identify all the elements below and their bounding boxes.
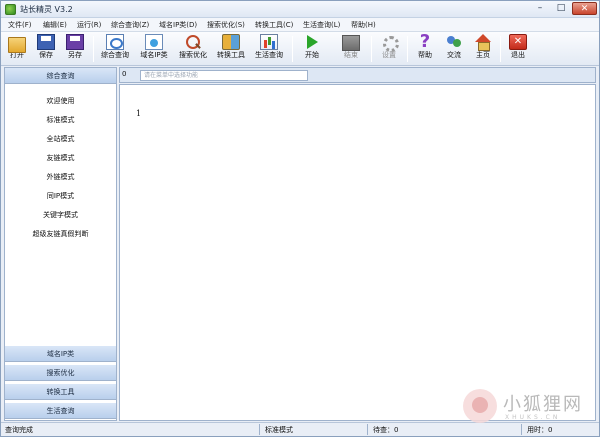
life-query-icon bbox=[260, 34, 278, 50]
fox-logo-icon bbox=[463, 389, 497, 423]
open-folder-icon bbox=[8, 37, 26, 53]
exit-button[interactable]: 退出 bbox=[504, 34, 532, 64]
domain-ip-button[interactable]: 域名IP类 bbox=[135, 34, 173, 64]
app-logo-icon bbox=[5, 4, 16, 15]
sidebar-item-full-site-mode[interactable]: 全站模式 bbox=[5, 134, 116, 144]
main-content-area[interactable]: 1 bbox=[119, 84, 596, 421]
content-line-number: 1 bbox=[136, 109, 142, 118]
home-icon bbox=[474, 34, 492, 51]
left-sidebar: 综合查询 欢迎使用 标准模式 全站模式 友链模式 外链模式 同IP模式 关键字模… bbox=[4, 67, 117, 421]
sidebar-header-life-query[interactable]: 生活查询 bbox=[5, 403, 116, 419]
line-counter: 0 bbox=[122, 70, 127, 78]
menu-run[interactable]: 运行(R) bbox=[77, 20, 101, 30]
stop-button[interactable]: 结束 bbox=[337, 34, 365, 64]
open-button[interactable]: 打开 bbox=[3, 34, 31, 64]
minimize-icon[interactable]: – bbox=[530, 2, 550, 15]
toolbar-separator bbox=[93, 36, 94, 62]
menu-bar: 文件(F) 编辑(E) 运行(R) 综合查询(Z) 域名IP类(D) 搜索优化(… bbox=[1, 18, 599, 32]
status-message: 查询完成 bbox=[5, 426, 33, 434]
sidebar-item-same-ip-mode[interactable]: 同IP模式 bbox=[5, 191, 116, 201]
search-optimize-button[interactable]: 搜索优化 bbox=[175, 34, 211, 64]
domain-ip-icon bbox=[145, 34, 163, 50]
start-button[interactable]: 开始 bbox=[298, 34, 326, 64]
home-button[interactable]: 主页 bbox=[469, 34, 497, 64]
help-button[interactable]: 帮助 bbox=[411, 31, 439, 64]
title-bar: 站长精灵 V3.2 – □ ✕ bbox=[1, 1, 599, 18]
status-separator bbox=[259, 424, 260, 435]
menu-life-query[interactable]: 生活查询(L) bbox=[303, 20, 340, 30]
sidebar-header-search-optimize[interactable]: 搜索优化 bbox=[5, 365, 116, 381]
status-mode: 标准模式 bbox=[265, 426, 293, 434]
save-button[interactable]: 保存 bbox=[32, 34, 60, 64]
exit-icon bbox=[509, 34, 527, 50]
menu-edit[interactable]: 编辑(E) bbox=[43, 20, 67, 30]
sidebar-header-domain-ip[interactable]: 域名IP类 bbox=[5, 346, 116, 362]
convert-tool-icon bbox=[222, 34, 240, 50]
toolbar-separator bbox=[292, 36, 293, 62]
search-optimize-icon bbox=[184, 34, 202, 50]
settings-icon bbox=[380, 34, 399, 52]
sidebar-header-general-query[interactable]: 综合查询 bbox=[5, 68, 116, 84]
status-waiting: 待查：0 bbox=[373, 426, 399, 434]
menu-help[interactable]: 帮助(H) bbox=[351, 20, 376, 30]
menu-search-optimize[interactable]: 搜索优化(S) bbox=[207, 20, 245, 30]
toolbar-separator bbox=[500, 36, 501, 62]
function-search-bar: 0 bbox=[119, 67, 596, 83]
maximize-icon[interactable]: □ bbox=[551, 2, 571, 15]
sidebar-item-welcome[interactable]: 欢迎使用 bbox=[5, 96, 116, 106]
convert-tool-button[interactable]: 转换工具 bbox=[213, 34, 249, 64]
help-icon bbox=[416, 31, 434, 52]
save-as-button[interactable]: 另存 bbox=[61, 34, 89, 64]
sidebar-item-external-link-mode[interactable]: 外链模式 bbox=[5, 172, 116, 182]
save-disk-icon bbox=[37, 34, 55, 50]
sidebar-item-standard-mode[interactable]: 标准模式 bbox=[5, 115, 116, 125]
toolbar-separator bbox=[371, 36, 372, 62]
sidebar-item-keyword-mode[interactable]: 关键字模式 bbox=[5, 210, 116, 220]
sidebar-header-convert-tools[interactable]: 转换工具 bbox=[5, 384, 116, 400]
watermark-subtext: XHUKS.CN bbox=[505, 414, 561, 421]
save-as-icon bbox=[66, 34, 84, 50]
close-icon[interactable]: ✕ bbox=[572, 2, 597, 15]
toolbar-separator bbox=[407, 36, 408, 62]
life-query-button[interactable]: 生活查询 bbox=[251, 34, 287, 64]
menu-domain-ip[interactable]: 域名IP类(D) bbox=[159, 20, 197, 30]
site-watermark: 小狐狸网 XHUKS.CN bbox=[459, 389, 599, 429]
sidebar-item-friend-link-mode[interactable]: 友链模式 bbox=[5, 153, 116, 163]
watermark-text: 小狐狸网 bbox=[503, 394, 583, 415]
sidebar-item-link-check[interactable]: 超级友链真假判断 bbox=[5, 229, 116, 239]
menu-file[interactable]: 文件(F) bbox=[8, 20, 32, 30]
menu-general-query[interactable]: 综合查询(Z) bbox=[111, 20, 149, 30]
general-query-button[interactable]: 综合查询 bbox=[97, 34, 133, 64]
chat-button[interactable]: 交流 bbox=[440, 34, 468, 64]
app-window: 站长精灵 V3.2 – □ ✕ 文件(F) 编辑(E) 运行(R) 综合查询(Z… bbox=[0, 0, 600, 437]
settings-button[interactable]: 设置 bbox=[375, 34, 403, 64]
function-search-input[interactable] bbox=[140, 70, 308, 81]
play-icon bbox=[303, 34, 321, 50]
menu-convert-tools[interactable]: 转换工具(C) bbox=[255, 20, 293, 30]
stop-icon bbox=[342, 35, 360, 51]
chat-icon bbox=[445, 34, 463, 50]
toolbar: 打开 保存 另存 综合查询 域名IP类 搜索优化 转换工具 生活查询 开始 结束… bbox=[1, 31, 599, 66]
general-query-icon bbox=[106, 34, 124, 50]
window-title: 站长精灵 V3.2 bbox=[20, 5, 73, 14]
status-separator bbox=[367, 424, 368, 435]
